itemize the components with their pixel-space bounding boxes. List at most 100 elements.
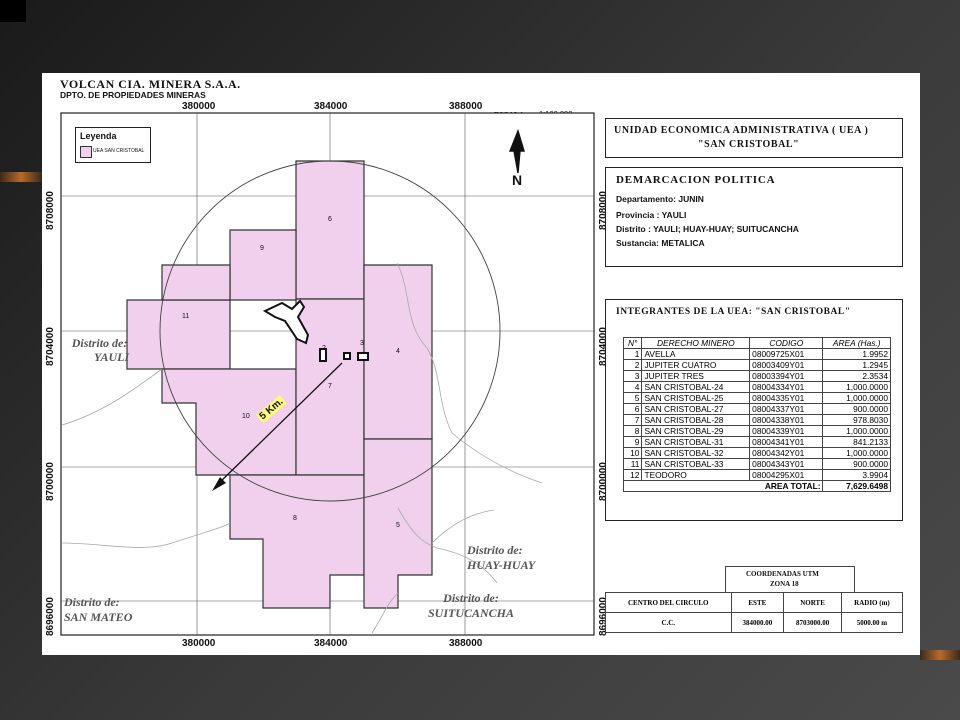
block-label: 3 bbox=[360, 340, 364, 347]
demarcacion-box: DEMARCACION POLITICA Departamento: JUNIN… bbox=[605, 167, 903, 267]
row-code: 08004342Y01 bbox=[749, 447, 824, 459]
row-number: 12 bbox=[622, 469, 643, 481]
legend-swatch bbox=[80, 146, 92, 158]
col-header: AREA (Has.) bbox=[822, 337, 891, 349]
table-row: 1 AVELLA 08009725X01 1.9952 bbox=[622, 348, 891, 360]
row-name: SAN CRISTOBAL-29 bbox=[641, 425, 751, 437]
row-area: 1,000.0000 bbox=[822, 425, 891, 437]
row-number: 2 bbox=[622, 359, 643, 371]
row-code: 08009725X01 bbox=[749, 348, 824, 360]
legend-item-label: UEA SAN CRISTOBAL bbox=[93, 148, 145, 154]
right-edge-stripe bbox=[920, 650, 960, 660]
row-name: SAN CRISTOBAL-31 bbox=[641, 436, 751, 448]
utm-table: CENTRO DEL CIRCULO ESTE NORTE RADIO (m) … bbox=[605, 592, 904, 633]
col-header: DERECHO MINERO bbox=[641, 337, 751, 349]
row-area: 3.9904 bbox=[822, 469, 891, 481]
utm-col-header: RADIO (m) bbox=[840, 592, 904, 613]
row-area: 900.0000 bbox=[822, 403, 891, 415]
row-name: JUPITER TRES bbox=[641, 370, 751, 382]
block-label: 9 bbox=[260, 245, 264, 252]
table-row: 6 SAN CRISTOBAL-27 08004337Y01 900.0000 bbox=[622, 403, 891, 415]
row-area: 978.8030 bbox=[822, 414, 891, 426]
svg-text:N: N bbox=[512, 172, 522, 188]
row-name: SAN CRISTOBAL-33 bbox=[641, 458, 751, 470]
utm-title: COORDENADAS UTM bbox=[746, 570, 819, 578]
utm-cell: 5000.00 m bbox=[840, 612, 904, 633]
row-name: SAN CRISTOBAL-24 bbox=[641, 381, 751, 393]
table-row: 9 SAN CRISTOBAL-31 08004341Y01 841.2133 bbox=[622, 436, 891, 448]
utm-cell: C.C. bbox=[605, 612, 732, 633]
utm-cell: 384000.00 bbox=[730, 612, 785, 633]
block-label: 8 bbox=[293, 515, 297, 522]
row-name: SAN CRISTOBAL-27 bbox=[641, 403, 751, 415]
table-row: 12 TEODORO 08004295X01 3.9904 bbox=[622, 469, 891, 481]
table-header-row: N° DERECHO MINERO CODIGO AREA (Has.) bbox=[622, 337, 891, 349]
row-area: 1,000.0000 bbox=[822, 447, 891, 459]
utm-title-box: COORDENADAS UTM ZONA 18 bbox=[725, 566, 855, 593]
block-label: 10 bbox=[242, 413, 250, 420]
map-sheet: VOLCAN CIA. MINERA S.A.A. DPTO. DE PROPI… bbox=[42, 73, 920, 655]
integrantes-title: INTEGRANTES DE LA UEA: "SAN CRISTOBAL" bbox=[616, 307, 851, 317]
row-name: SAN CRISTOBAL-32 bbox=[641, 447, 751, 459]
corner-decoration bbox=[0, 0, 26, 22]
row-code: 08004341Y01 bbox=[749, 436, 824, 448]
utm-cell: 8703000.00 bbox=[783, 612, 842, 633]
row-name: JUPITER CUATRO bbox=[641, 359, 751, 371]
row-area: 1.9952 bbox=[822, 348, 891, 360]
table-row: 10 SAN CRISTOBAL-32 08004342Y01 1,000.0000 bbox=[622, 447, 891, 459]
table-row: 4 SAN CRISTOBAL-24 08004334Y01 1,000.0000 bbox=[622, 381, 891, 393]
row-code: 08004343Y01 bbox=[749, 458, 824, 470]
utm-col-header: CENTRO DEL CIRCULO bbox=[605, 592, 732, 613]
uea-title-box: UNIDAD ECONOMICA ADMINISTRATIVA ( UEA ) … bbox=[605, 118, 903, 158]
block-label: 4 bbox=[396, 348, 400, 355]
block-label: 5 bbox=[396, 522, 400, 529]
left-edge-stripe bbox=[0, 172, 42, 182]
row-area: 1,000.0000 bbox=[822, 381, 891, 393]
table-row: 8 SAN CRISTOBAL-29 08004339Y01 1,000.0000 bbox=[622, 425, 891, 437]
row-number: 7 bbox=[622, 414, 643, 426]
row-code: 08004337Y01 bbox=[749, 403, 824, 415]
row-number: 11 bbox=[622, 458, 643, 470]
row-area: 900.0000 bbox=[822, 458, 891, 470]
district-label-san-mateo: Distrito de: SAN MATEO bbox=[64, 595, 133, 624]
total-value: 7,629.6498 bbox=[822, 480, 891, 492]
block-label: 11 bbox=[182, 313, 190, 320]
row-code: 08004338Y01 bbox=[749, 414, 824, 426]
row-number: 5 bbox=[622, 392, 643, 404]
demarcacion-row: Sustancia: METALICA bbox=[616, 238, 705, 248]
table-row: 7 SAN CRISTOBAL-28 08004338Y01 978.8030 bbox=[622, 414, 891, 426]
row-name: SAN CRISTOBAL-28 bbox=[641, 414, 751, 426]
row-name: AVELLA bbox=[641, 348, 751, 360]
legend-box: Leyenda UEA SAN CRISTOBAL bbox=[75, 127, 151, 163]
block-label: 2 bbox=[322, 345, 326, 352]
block-6 bbox=[295, 160, 365, 300]
row-number: 9 bbox=[622, 436, 643, 448]
row-number: 1 bbox=[622, 348, 643, 360]
demarcacion-row: Provincia : YAULI bbox=[616, 210, 687, 220]
table-row: 11 SAN CRISTOBAL-33 08004343Y01 900.0000 bbox=[622, 458, 891, 470]
row-code: 08003409Y01 bbox=[749, 359, 824, 371]
row-code: 08003394Y01 bbox=[749, 370, 824, 382]
row-area: 841.2133 bbox=[822, 436, 891, 448]
demarcacion-title: DEMARCACION POLITICA bbox=[616, 174, 776, 186]
utm-col-header: NORTE bbox=[783, 592, 842, 613]
col-header: CODIGO bbox=[749, 337, 824, 349]
row-name: TEODORO bbox=[641, 469, 751, 481]
total-label: AREA TOTAL: bbox=[622, 480, 824, 492]
row-code: 08004334Y01 bbox=[749, 381, 824, 393]
demarcacion-row: Distrito : YAULI; HUAY-HUAY; SUITUCANCHA bbox=[616, 224, 799, 234]
row-number: 4 bbox=[622, 381, 643, 393]
district-label-suitucancha: Distrito de: SUITUCANCHA bbox=[428, 591, 515, 620]
row-name: SAN CRISTOBAL-25 bbox=[641, 392, 751, 404]
utm-zone: ZONA 18 bbox=[770, 580, 799, 588]
row-code: 08004339Y01 bbox=[749, 425, 824, 437]
demarcacion-row: Departamento: JUNIN bbox=[616, 194, 704, 204]
row-number: 6 bbox=[622, 403, 643, 415]
utm-header-row: CENTRO DEL CIRCULO ESTE NORTE RADIO (m) bbox=[605, 592, 904, 613]
district-label-huay-huay: Distrito de: HUAY-HUAY bbox=[467, 543, 536, 572]
row-number: 3 bbox=[622, 370, 643, 382]
table-row: 2 JUPITER CUATRO 08003409Y01 1.2945 bbox=[622, 359, 891, 371]
table-row: 5 SAN CRISTOBAL-25 08004335Y01 1,000.0000 bbox=[622, 392, 891, 404]
block-label: 7 bbox=[328, 383, 332, 390]
table-total-row: AREA TOTAL: 7,629.6498 bbox=[622, 480, 891, 492]
